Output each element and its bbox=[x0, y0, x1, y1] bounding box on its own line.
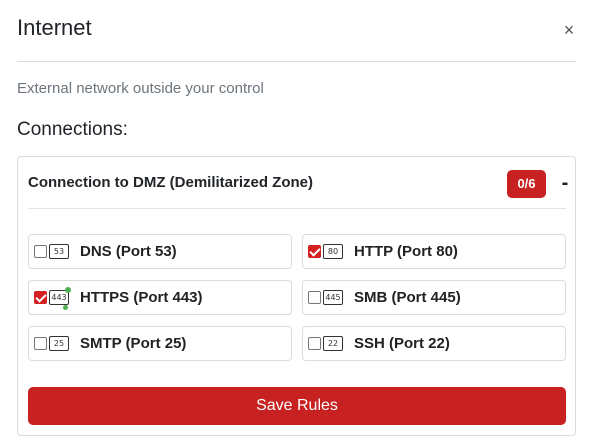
https-checkbox[interactable] bbox=[34, 291, 47, 304]
smb-checkbox[interactable] bbox=[308, 291, 321, 304]
dialog-description: External network outside your control bbox=[17, 80, 264, 97]
save-rules-button[interactable]: Save Rules bbox=[28, 387, 566, 425]
service-label: HTTPS (Port 443) bbox=[80, 289, 203, 306]
close-icon[interactable]: × bbox=[561, 20, 577, 40]
connections-heading: Connections: bbox=[17, 119, 128, 140]
service-label: DNS (Port 53) bbox=[80, 243, 177, 260]
port-icon-active: 443 bbox=[49, 287, 71, 310]
port-icon: 25 bbox=[49, 336, 69, 351]
dialog-title: Internet bbox=[17, 15, 92, 40]
port-icon: 22 bbox=[323, 336, 343, 351]
service-smtp[interactable]: 25 SMTP (Port 25) bbox=[28, 326, 292, 361]
service-label: SMTP (Port 25) bbox=[80, 335, 187, 352]
port-number: 443 bbox=[51, 293, 67, 302]
service-smb[interactable]: 445 SMB (Port 445) bbox=[302, 280, 566, 315]
service-https[interactable]: 443 HTTPS (Port 443) bbox=[28, 280, 292, 315]
smtp-checkbox[interactable] bbox=[34, 337, 47, 350]
connection-title: Connection to DMZ (Demilitarized Zone) bbox=[28, 174, 313, 191]
service-label: SMB (Port 445) bbox=[354, 289, 461, 306]
dns-checkbox[interactable] bbox=[34, 245, 47, 258]
status-dot-icon bbox=[63, 305, 68, 310]
port-icon: 53 bbox=[49, 244, 69, 259]
service-label: SSH (Port 22) bbox=[354, 335, 450, 352]
port-icon: 80 bbox=[323, 244, 343, 259]
connection-card: Connection to DMZ (Demilitarized Zone) 0… bbox=[17, 156, 576, 436]
service-dns[interactable]: 53 DNS (Port 53) bbox=[28, 234, 292, 269]
service-http[interactable]: 80 HTTP (Port 80) bbox=[302, 234, 566, 269]
divider bbox=[17, 61, 576, 62]
service-ssh[interactable]: 22 SSH (Port 22) bbox=[302, 326, 566, 361]
ssh-checkbox[interactable] bbox=[308, 337, 321, 350]
http-checkbox[interactable] bbox=[308, 245, 321, 258]
card-divider bbox=[28, 208, 566, 209]
service-label: HTTP (Port 80) bbox=[354, 243, 458, 260]
rules-count-badge: 0/6 bbox=[507, 170, 546, 198]
collapse-toggle[interactable]: - bbox=[558, 170, 572, 196]
port-icon: 445 bbox=[323, 290, 343, 305]
status-dot-icon bbox=[65, 287, 71, 293]
